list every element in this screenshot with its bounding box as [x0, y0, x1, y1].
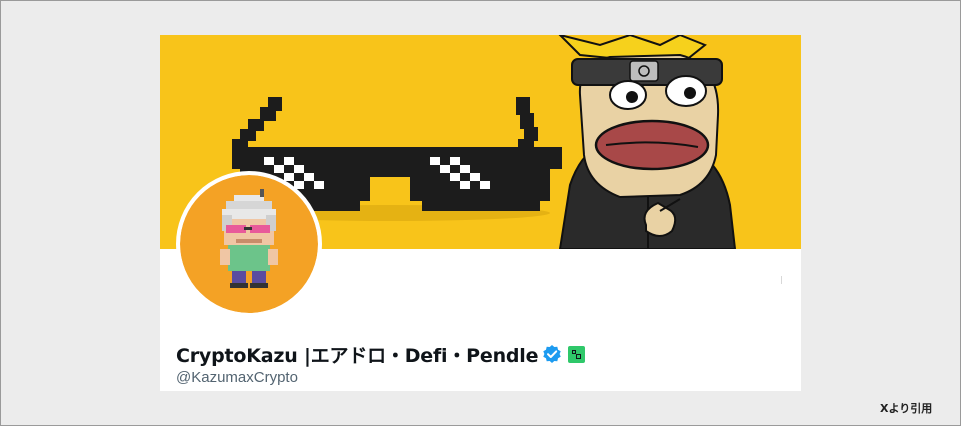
profile-avatar[interactable]: [176, 171, 322, 317]
profile-handle[interactable]: @KazumaxCrypto: [176, 369, 298, 386]
cartoon-character: [558, 35, 737, 249]
display-name[interactable]: CryptoKazu |エアドロ・Defi・Pendle: [176, 341, 538, 368]
verified-badge-icon[interactable]: [542, 344, 562, 364]
profile-card: CryptoKazu |エアドロ・Defi・Pendle @KazumaxCry…: [160, 35, 801, 391]
affiliate-badge-icon[interactable]: [568, 345, 586, 363]
divider: [781, 276, 782, 284]
name-row: CryptoKazu |エアドロ・Defi・Pendle: [176, 341, 586, 368]
avatar-image: [180, 175, 318, 313]
pixel-art-character-icon: [220, 189, 278, 288]
source-caption: Xより引用: [880, 402, 933, 415]
